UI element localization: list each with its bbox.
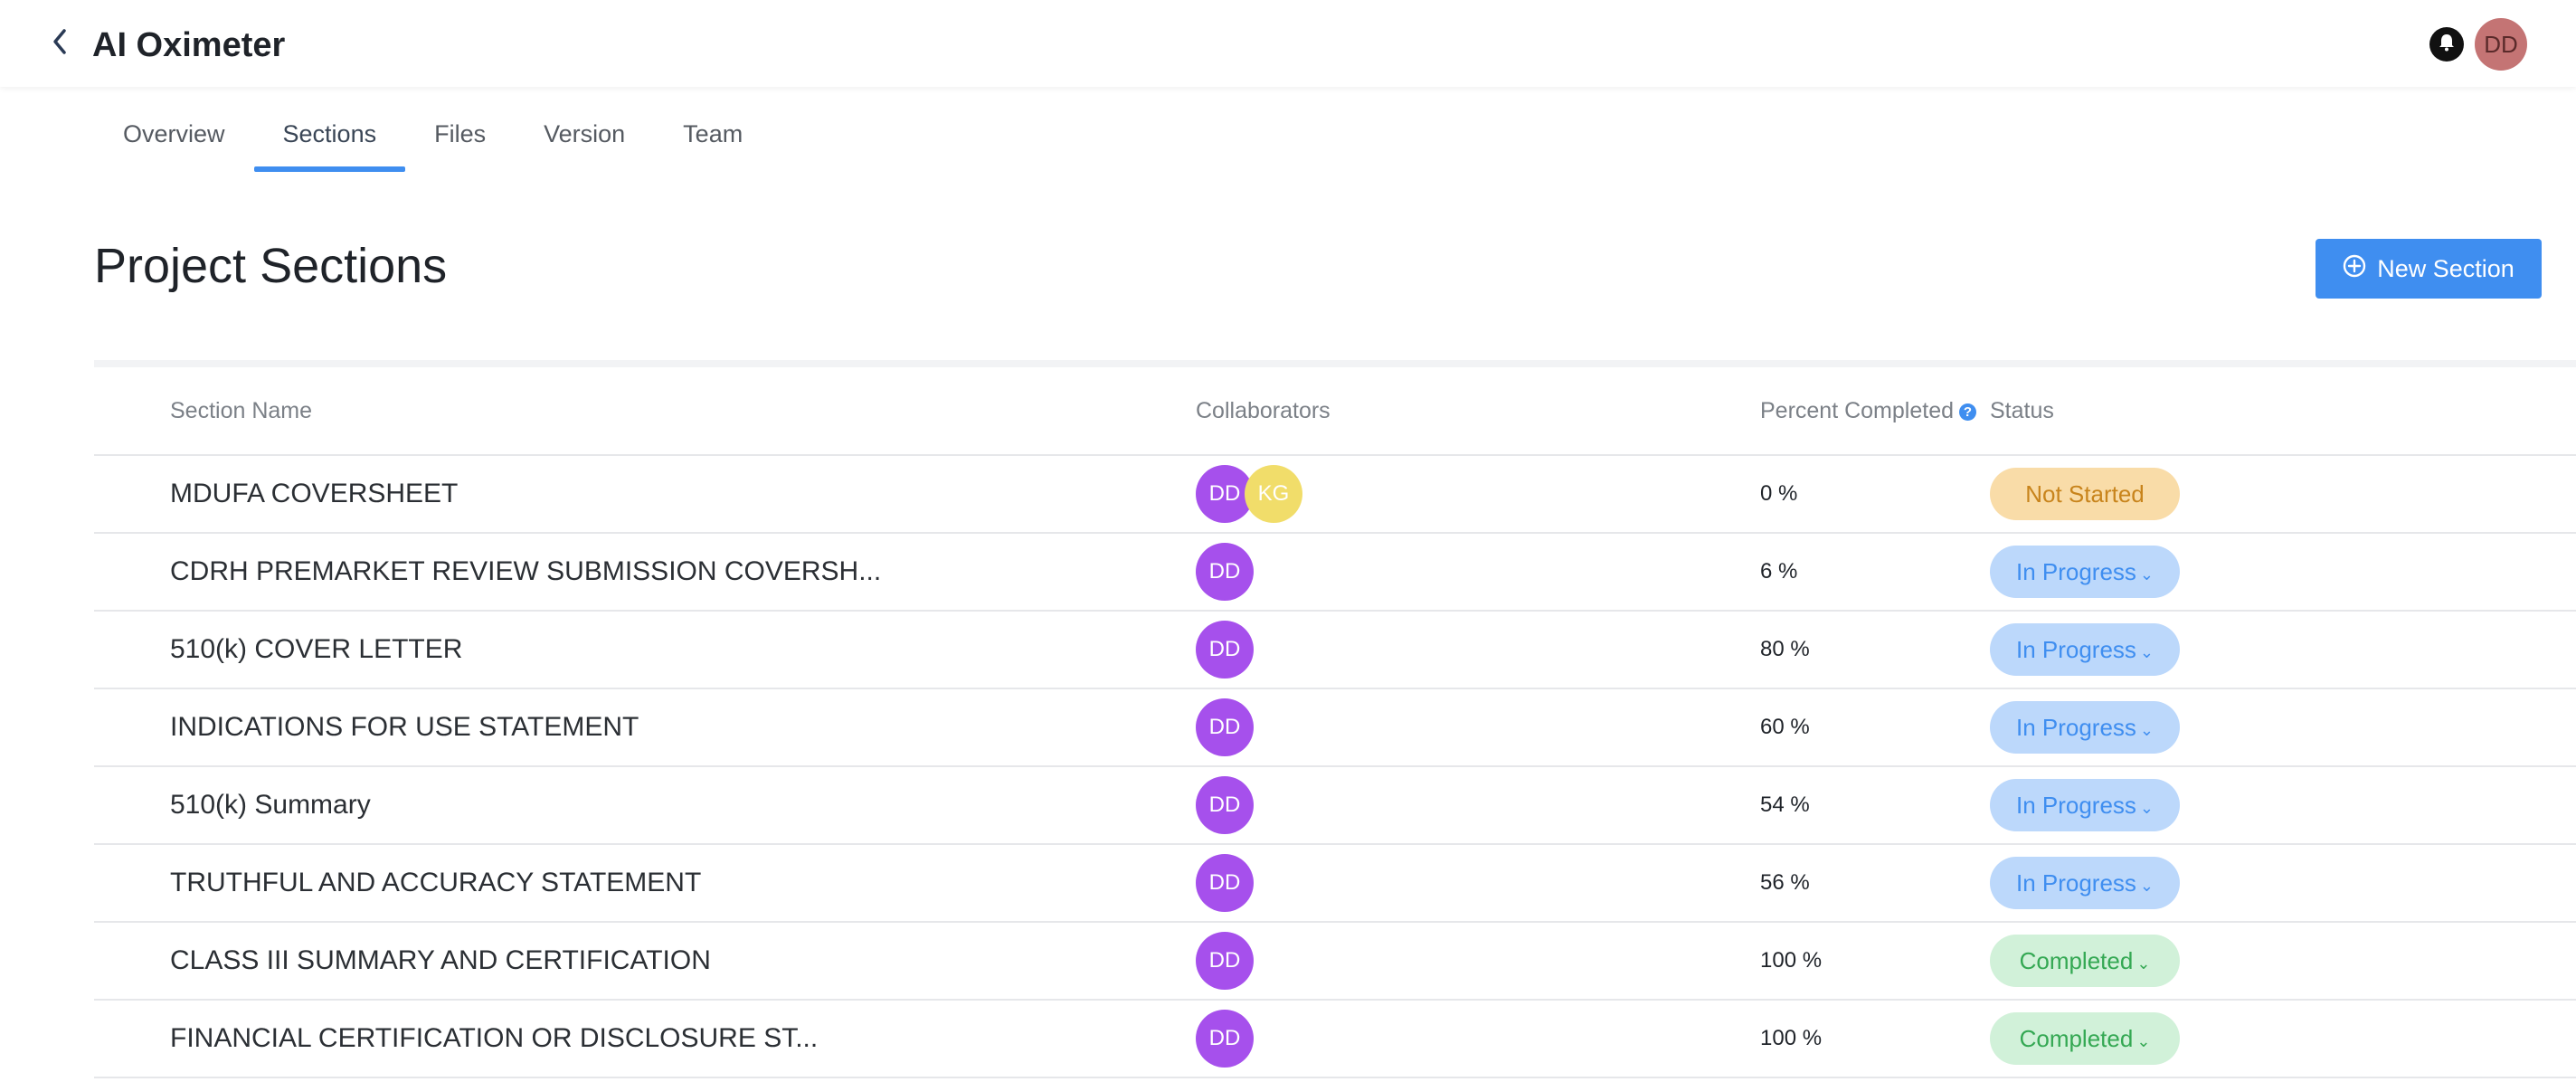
app-title: AI Oximeter [92,26,286,64]
bell-icon [2437,33,2457,57]
tab-bar: Overview Sections Files Version Team [94,107,772,176]
collaborator-avatar[interactable]: DD [1196,698,1254,756]
status-label: Not Started [2025,479,2145,508]
section-name[interactable]: 510(k) COVER LETTER [170,612,462,688]
header-percent-completed: Percent Completed? [1760,398,1977,424]
tab-sections[interactable]: Sections [253,107,406,176]
tab-overview[interactable]: Overview [94,107,254,176]
collaborators: DD KG [1196,465,1302,523]
collaborators: DD [1196,621,1254,679]
tab-files[interactable]: Files [405,107,515,176]
status-dropdown[interactable]: In Progress ⌄ [1990,779,2180,831]
percent-completed: 100 % [1760,948,1823,973]
collaborator-avatar[interactable]: DD [1196,854,1254,912]
table-row[interactable]: FINANCIAL CERTIFICATION OR DISCLOSURE ST… [94,1001,2576,1078]
table-row[interactable]: TRUTHFUL AND ACCURACY STATEMENT DD 56 % In … [94,845,2576,923]
chevron-down-icon: ⌄ [2136,1031,2151,1050]
table-row[interactable]: CDRH PREMARKET REVIEW SUBMISSION COVERSH… [94,534,2576,612]
chevron-down-icon: ⌄ [2139,720,2155,739]
collaborator-avatar[interactable]: DD [1196,621,1254,679]
plus-circle-icon [2343,254,2366,284]
percent-completed: 56 % [1760,870,1810,895]
collaborator-avatar[interactable]: DD [1196,1010,1254,1068]
status-dropdown[interactable]: Completed ⌄ [1990,1012,2180,1065]
status-label: In Progress [2015,635,2136,663]
chevron-down-icon: ⌄ [2139,876,2155,895]
collaborator-avatar[interactable]: DD [1196,932,1254,990]
percent-completed: 0 % [1760,481,1798,506]
user-avatar[interactable]: DD [2475,18,2527,71]
status-dropdown[interactable]: Completed ⌄ [1990,935,2180,987]
status-label: In Progress [2015,557,2136,585]
collaborators: DD [1196,776,1254,834]
collaborators: DD [1196,854,1254,912]
percent-completed: 54 % [1760,793,1810,817]
header-section-name: Section Name [170,398,313,423]
table-row[interactable]: INDICATIONS FOR USE STATEMENT DD 60 % In Pr… [94,689,2576,767]
chevron-down-icon: ⌄ [2139,642,2155,661]
table-row[interactable]: 510(k) COVER LETTER DD 80 % In Progress ⌄ [94,612,2576,689]
percent-completed: 60 % [1760,715,1810,739]
tab-version[interactable]: Version [515,107,654,176]
section-name[interactable]: FINANCIAL CERTIFICATION OR DISCLOSURE ST… [170,1001,818,1077]
tab-team[interactable]: Team [654,107,772,176]
section-name[interactable]: CLASS III SUMMARY AND CERTIFICATION [170,923,711,999]
help-icon[interactable]: ? [1959,403,1977,421]
collaborator-avatar[interactable]: KG [1245,465,1302,523]
status-dropdown[interactable]: Not Started [1990,468,2180,520]
status-label: In Progress [2015,791,2136,819]
status-dropdown[interactable]: In Progress ⌄ [1990,857,2180,909]
section-name[interactable]: TRUTHFUL AND ACCURACY STATEMENT [170,845,701,921]
section-name[interactable]: 510(k) Summary [170,767,371,843]
status-dropdown[interactable]: In Progress ⌄ [1990,546,2180,598]
new-section-button[interactable]: New Section [2316,239,2542,299]
status-label: Completed [2019,1024,2134,1052]
table-row[interactable]: CLASS III SUMMARY AND CERTIFICATION DD 100… [94,923,2576,1001]
sections-table: Section Name Collaborators Percent Compl… [94,360,2576,1078]
collaborators: DD [1196,1010,1254,1068]
chevron-down-icon: ⌄ [2139,798,2155,817]
table-row[interactable]: 510(k) Summary DD 54 % In Progress ⌄ [94,767,2576,845]
chevron-down-icon: ⌄ [2136,954,2151,973]
table-header: Section Name Collaborators Percent Compl… [94,367,2576,456]
collaborator-avatar[interactable]: DD [1196,543,1254,601]
percent-completed: 6 % [1760,559,1798,584]
chevron-left-icon [51,27,69,61]
status-label: In Progress [2015,868,2136,897]
status-label: Completed [2019,946,2134,974]
status-dropdown[interactable]: In Progress ⌄ [1990,623,2180,676]
collaborator-avatar[interactable]: DD [1196,776,1254,834]
chevron-down-icon: ⌄ [2139,565,2155,584]
back-button[interactable] [43,24,76,63]
new-section-label: New Section [2377,254,2514,282]
collaborators: DD [1196,698,1254,756]
percent-completed: 100 % [1760,1026,1823,1050]
section-name[interactable]: INDICATIONS FOR USE STATEMENT [170,689,639,765]
section-name[interactable]: MDUFA COVERSHEET [170,456,458,532]
header-status: Status [1990,398,2054,423]
table-row[interactable]: MDUFA COVERSHEET DD KG 0 % Not Started [94,456,2576,534]
collaborators: DD [1196,543,1254,601]
status-label: In Progress [2015,713,2136,741]
collaborators: DD [1196,932,1254,990]
percent-completed: 80 % [1760,637,1810,661]
section-name[interactable]: CDRH PREMARKET REVIEW SUBMISSION COVERSH… [170,534,881,610]
header-collaborators: Collaborators [1196,398,1331,423]
top-bar: AI Oximeter DD [0,0,2576,87]
status-dropdown[interactable]: In Progress ⌄ [1990,701,2180,754]
page-title: Project Sections [94,239,448,293]
notifications-button[interactable] [2429,27,2464,62]
